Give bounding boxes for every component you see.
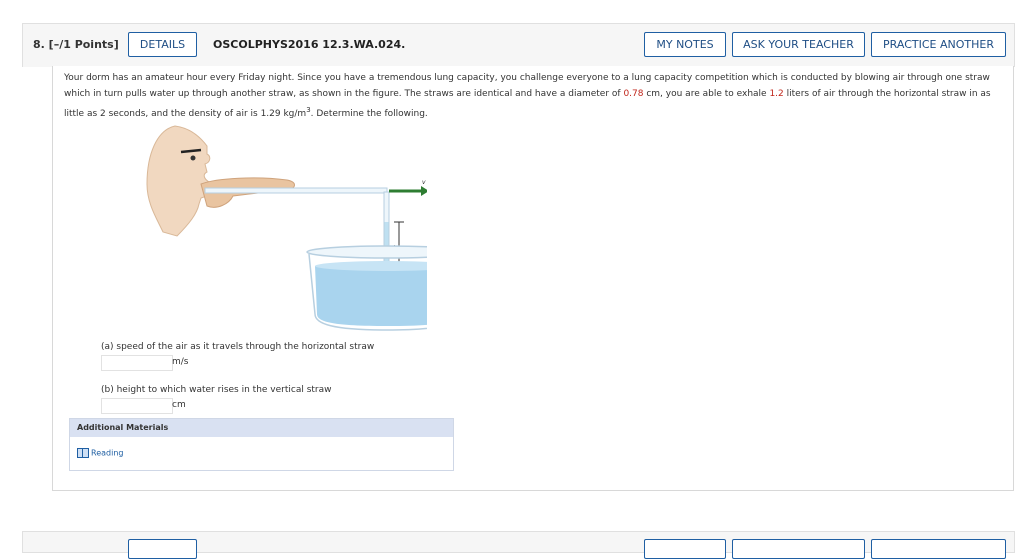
next-question-header [22, 531, 1015, 559]
practice-another-button[interactable]: PRACTICE ANOTHER [871, 32, 1006, 57]
velocity-label: v [422, 179, 426, 186]
ask-your-teacher-button[interactable]: ASK YOUR TEACHER [732, 32, 865, 57]
bowl-rim [306, 245, 427, 259]
details-button[interactable]: DETAILS [128, 32, 197, 57]
problem-text: Your dorm has an amateur hour every Frid… [64, 73, 991, 119]
reading-link[interactable]: Reading [77, 448, 123, 458]
bowl-water [315, 266, 427, 326]
horizontal-straw [204, 187, 388, 194]
next-my-notes-button[interactable] [644, 539, 726, 559]
question-number: 8. [–/1 Points] [33, 38, 119, 51]
additional-materials-panel: Additional Materials Reading [69, 418, 454, 471]
question-id: OSCOLPHYS2016 12.3.WA.024. [213, 38, 406, 51]
part-b-unit: cm [172, 400, 186, 410]
eye [190, 155, 196, 161]
velocity-arrowhead [421, 186, 427, 196]
question-header: 8. [–/1 Points] DETAILS OSCOLPHYS2016 12… [22, 23, 1015, 67]
additional-materials-header: Additional Materials [70, 419, 453, 437]
part-a-prompt: (a) speed of the air as it travels throu… [101, 342, 375, 352]
volume-value: 1.2 [769, 89, 784, 99]
my-notes-button[interactable]: MY NOTES [644, 32, 726, 57]
next-ask-teacher-button[interactable] [732, 539, 865, 559]
next-practice-button[interactable] [871, 539, 1006, 559]
question-body: Your dorm has an amateur hour every Frid… [52, 66, 1014, 491]
part-b-answer-input[interactable] [101, 398, 173, 414]
straw-figure: v h [146, 125, 427, 331]
part-b-prompt: (b) height to which water rises in the v… [101, 385, 332, 395]
part-a-answer-input[interactable] [101, 355, 173, 371]
next-details-button[interactable] [128, 539, 197, 559]
part-a-unit: m/s [172, 357, 189, 367]
diameter-value: 0.78 [623, 89, 644, 99]
book-icon [77, 448, 89, 458]
face-illustration [146, 125, 211, 237]
